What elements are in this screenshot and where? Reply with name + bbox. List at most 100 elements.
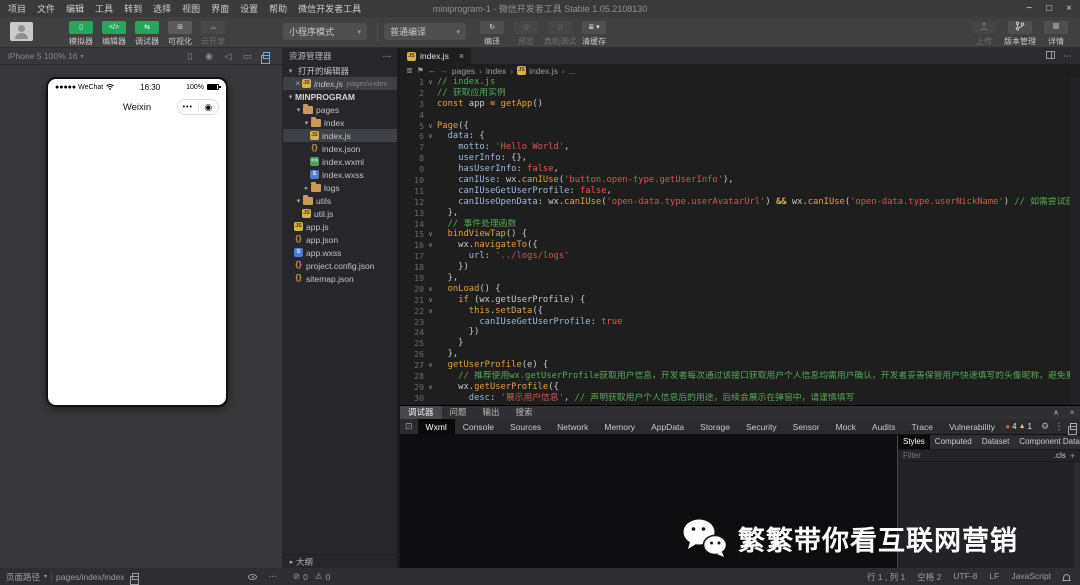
tree-row-pages[interactable]: ▾ pages — [283, 103, 397, 116]
devtools-tab-Vulnerability[interactable]: Vulnerability — [941, 419, 1003, 435]
menu-文件[interactable]: 文件 — [37, 2, 55, 15]
eye-icon[interactable] — [247, 573, 257, 580]
tree-row-index[interactable]: ▾ index — [283, 116, 397, 129]
styles-tab-Computed[interactable]: Computed — [930, 435, 977, 449]
more-icon[interactable]: ⋯ — [269, 571, 278, 582]
toolbar-button-编辑器[interactable]: </> 编辑器 — [100, 21, 128, 47]
toolbar-button-详情[interactable]: 详情 — [1042, 21, 1070, 47]
styles-tab-Styles[interactable]: Styles — [898, 435, 930, 449]
tree-row-index.js[interactable]: × JS index.js pages\index — [283, 77, 397, 90]
tree-row-app.wxss[interactable]: Sapp.wxss — [283, 246, 397, 259]
user-avatar[interactable] — [10, 22, 33, 41]
fold-icon[interactable]: ∨ — [424, 77, 437, 88]
panel-tab-问题[interactable]: 问题 — [442, 406, 475, 419]
devtools-tab-Sensor[interactable]: Sensor — [785, 419, 828, 435]
devtools-tab-AppData[interactable]: AppData — [643, 419, 692, 435]
mode-select[interactable]: 小程序模式 ▾ — [283, 23, 367, 40]
device-screen[interactable]: ●●●●● WeChat 16:30 100% Weixin ••• ◉ — [46, 77, 228, 407]
tree-row-index.js[interactable]: JS index.js — [283, 129, 397, 142]
toolbar-button-调试器[interactable]: ⇆ 调试器 — [133, 21, 161, 47]
minimize-button[interactable]: − — [1026, 3, 1032, 14]
menu-项目[interactable]: 项目 — [8, 2, 26, 15]
fold-icon[interactable]: ∨ — [424, 360, 437, 371]
toolbar-button-版本管理[interactable]: 版本管理 — [1004, 21, 1036, 47]
code-area[interactable]: 1 ∨// index.js 2// 获取应用实例 3 const app = getA… — [400, 77, 1080, 405]
panel-tab-搜索[interactable]: 搜索 — [508, 406, 541, 419]
mute-icon[interactable]: ◁ — [220, 51, 236, 62]
compile-mode-select[interactable]: 普通编译 ▾ — [384, 23, 466, 40]
fold-icon[interactable]: ∨ — [424, 284, 437, 295]
menu-帮助[interactable]: 帮助 — [269, 2, 287, 15]
menu-工具[interactable]: 工具 — [95, 2, 113, 15]
tree-row-MINPROGRAM[interactable]: ▾ MINPROGRAM — [283, 90, 397, 103]
devtools-tab-Memory[interactable]: Memory — [596, 419, 643, 435]
fold-icon[interactable]: ∨ — [424, 229, 437, 240]
inspect-element-icon[interactable]: ⊡ — [400, 421, 418, 432]
back-icon[interactable]: ← — [428, 66, 436, 75]
menu-微信开发者工具[interactable]: 微信开发者工具 — [298, 2, 361, 15]
split-editor-icon[interactable] — [1046, 51, 1055, 61]
rotate-icon[interactable]: ▭ — [239, 51, 255, 62]
more-actions-icon[interactable]: ⋯ — [383, 51, 392, 62]
collapse-panel-icon[interactable]: ∧ — [1048, 408, 1064, 417]
tree-row-util.js[interactable]: JS util.js — [283, 207, 397, 220]
copy-icon[interactable] — [129, 573, 139, 585]
close-button[interactable]: × — [1066, 3, 1072, 14]
tree-row-app.json[interactable]: {} app.json — [283, 233, 397, 246]
device-frame-icon[interactable]: ▯ — [182, 51, 198, 62]
breadcrumb-item-index[interactable]: index — [486, 66, 506, 76]
statusbar-item[interactable]: LF — [989, 571, 999, 583]
close-panel-icon[interactable]: × — [1064, 408, 1080, 417]
fold-icon[interactable]: ∨ — [424, 306, 437, 317]
close-tab-icon[interactable]: × — [459, 51, 464, 61]
menu-选择[interactable]: 选择 — [153, 2, 171, 15]
tree-row-index.wxss[interactable]: Sindex.wxss — [283, 168, 397, 181]
menu-视图[interactable]: 视图 — [182, 2, 200, 15]
toolbar-button-清缓存[interactable]: ≣ ▾ 清缓存 — [580, 21, 608, 47]
devtools-tab-Console[interactable]: Console — [455, 419, 502, 435]
forward-icon[interactable]: → — [440, 66, 448, 75]
bell-icon[interactable] — [1062, 573, 1071, 581]
fold-icon[interactable]: ∨ — [424, 295, 437, 306]
wxml-tree-pane[interactable] — [400, 435, 897, 568]
styles-scrollbar[interactable] — [1074, 462, 1080, 568]
tree-row-logs[interactable]: ▸ logs — [283, 181, 397, 194]
tree-row-sitemap.json[interactable]: {} sitemap.json — [283, 272, 397, 285]
toolbar-button-编译[interactable]: ↻ 编译 — [478, 21, 506, 47]
tree-row-project.config.json[interactable]: {} project.config.json — [283, 259, 397, 272]
styles-tab-Component Data[interactable]: Component Data — [1014, 435, 1080, 449]
statusbar-item[interactable]: 行 1 , 列 1 — [867, 571, 905, 583]
cls-button[interactable]: .cls — [1054, 451, 1066, 460]
devtools-tab-Sources[interactable]: Sources — [502, 419, 549, 435]
statusbar-item[interactable]: 空格 2 — [917, 571, 941, 583]
minimap-scrollbar[interactable] — [1070, 77, 1080, 405]
record-icon[interactable]: ◉ — [201, 51, 217, 62]
tree-row-打开的编辑器[interactable]: ▾ 打开的编辑器 — [283, 64, 397, 77]
devtools-tab-Storage[interactable]: Storage — [692, 419, 738, 435]
device-selector[interactable]: iPhone 5 100% 16 — [8, 51, 77, 61]
devtools-tab-Network[interactable]: Network — [549, 419, 596, 435]
dock-icon[interactable] — [1066, 422, 1080, 435]
page-path-label[interactable]: 页面路径 — [6, 571, 40, 583]
breadcrumb-item-index.js[interactable]: JS index.js — [517, 66, 558, 76]
capsule-menu[interactable]: ••• ◉ — [177, 99, 219, 115]
devtools-tab-Mock[interactable]: Mock — [828, 419, 864, 435]
detach-window-icon[interactable] — [258, 51, 274, 64]
devtools-tab-Audits[interactable]: Audits — [864, 419, 904, 435]
styles-tab-Dataset[interactable]: Dataset — [977, 435, 1015, 449]
panel-tab-输出[interactable]: 输出 — [475, 406, 508, 419]
close-capsule-icon[interactable]: ◉ — [199, 102, 219, 113]
editor-more-icon[interactable]: ⋯ — [1063, 51, 1072, 62]
filter-input[interactable] — [903, 451, 1050, 460]
menu-设置[interactable]: 设置 — [240, 2, 258, 15]
tree-row-app.js[interactable]: JS app.js — [283, 220, 397, 233]
fold-icon[interactable]: ∨ — [424, 121, 437, 132]
tab-indexjs[interactable]: JS index.js × — [400, 48, 472, 64]
statusbar-item[interactable]: JavaScript — [1011, 571, 1051, 583]
fold-icon[interactable]: ∨ — [424, 382, 437, 393]
toolbar-button-可视化[interactable]: ⊞ 可视化 — [166, 21, 194, 47]
bookmark-icon[interactable]: ⚑ — [417, 66, 424, 75]
tree-row-index.wxml[interactable]: <> index.wxml — [283, 155, 397, 168]
maximize-button[interactable]: □ — [1046, 3, 1052, 14]
kebab-menu-icon[interactable]: ⋮ — [1052, 421, 1066, 432]
